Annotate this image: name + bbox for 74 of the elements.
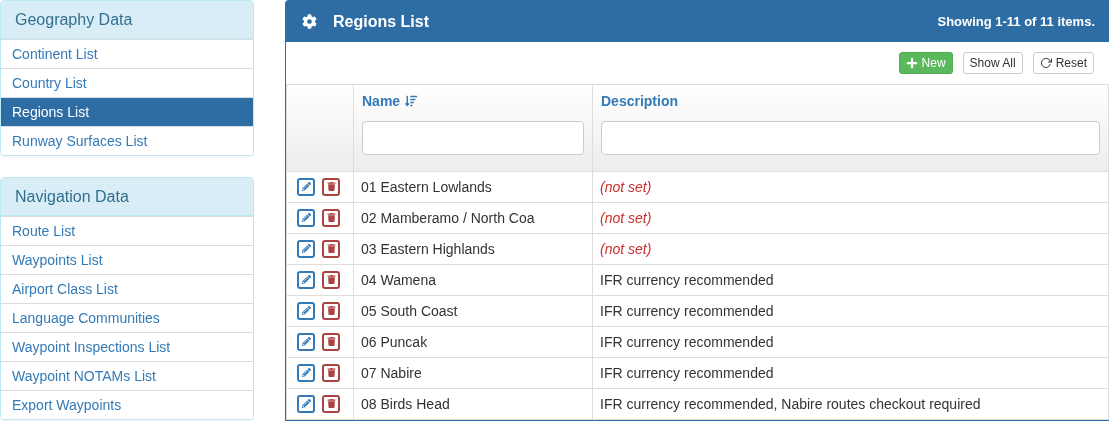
trash-icon	[326, 275, 336, 284]
description-text: (not set)	[600, 178, 652, 195]
edit-button[interactable]	[297, 270, 315, 289]
edit-button[interactable]	[297, 239, 315, 258]
description-text: (not set)	[600, 209, 652, 226]
delete-button[interactable]	[322, 208, 340, 227]
edit-button[interactable]	[297, 394, 315, 413]
edit-button[interactable]	[297, 332, 315, 351]
sidebar-item[interactable]: Waypoint Inspections List	[1, 332, 253, 361]
sidebar-item[interactable]: Airport Class List	[1, 274, 253, 303]
delete-button[interactable]	[322, 363, 340, 382]
table-cell: 02 Mamberamo / North Coa	[353, 202, 593, 233]
sidebar-item[interactable]: Regions List	[1, 97, 253, 126]
column-sort-link[interactable]: Name	[362, 93, 418, 109]
description-text: IFR currency recommended	[600, 333, 774, 350]
table-cell: 04 Wamena	[353, 264, 593, 295]
sidebar-item[interactable]: Language Communities	[1, 303, 253, 332]
pencil-icon	[301, 182, 311, 191]
delete-button[interactable]	[322, 394, 340, 413]
plus-icon	[905, 57, 918, 69]
trash-icon	[326, 399, 336, 408]
trash-icon	[326, 244, 336, 253]
pencil-icon	[301, 213, 311, 222]
sidebar-item[interactable]: Runway Surfaces List	[1, 126, 253, 155]
trash-icon	[326, 306, 336, 315]
pencil-icon	[301, 244, 311, 253]
pencil-icon	[301, 306, 311, 315]
delete-button[interactable]	[322, 332, 340, 351]
section-title: Geography Data	[1, 1, 253, 39]
delete-button[interactable]	[322, 301, 340, 320]
delete-button[interactable]	[322, 177, 340, 196]
edit-button[interactable]	[297, 177, 315, 196]
edit-button[interactable]	[297, 208, 315, 227]
table-cell: 03 Eastern Highlands	[353, 233, 593, 264]
reset-button[interactable]: Reset	[1032, 52, 1094, 74]
reset-icon	[1039, 57, 1052, 69]
pencil-icon	[301, 368, 311, 377]
item-count: Showing 1-11 of 11 items.	[937, 14, 1095, 29]
pencil-icon	[301, 275, 311, 284]
table-cell: 01 Eastern Lowlands	[353, 171, 593, 202]
table-cell: 07 Nabire	[353, 357, 593, 388]
description-text: (not set)	[600, 240, 652, 257]
sidebar-item[interactable]: Country List	[1, 68, 253, 97]
edit-button[interactable]	[297, 301, 315, 320]
settings-icon	[302, 14, 317, 29]
section-title: Navigation Data	[1, 178, 253, 216]
description-text: IFR currency recommended	[600, 271, 774, 288]
show-all-button[interactable]: Show All	[962, 52, 1023, 74]
delete-button[interactable]	[322, 239, 340, 258]
panel-title: Regions List	[333, 12, 429, 31]
description-text: IFR currency recommended	[600, 302, 774, 319]
sidebar-item[interactable]: Export Waypoints	[1, 390, 253, 419]
description-text: IFR currency recommended, Nabire routes checkout required	[600, 395, 981, 412]
pencil-icon	[301, 337, 311, 346]
trash-icon	[326, 337, 336, 346]
delete-button[interactable]	[322, 270, 340, 289]
trash-icon	[326, 182, 336, 191]
sidebar-item[interactable]: Waypoint NOTAMs List	[1, 361, 253, 390]
sidebar-item[interactable]: Waypoints List	[1, 245, 253, 274]
trash-icon	[326, 213, 336, 222]
table-cell: 05 South Coast	[353, 295, 593, 326]
sort-icon	[405, 95, 418, 107]
edit-button[interactable]	[297, 363, 315, 382]
table-cell: 06 Puncak	[353, 326, 593, 357]
trash-icon	[326, 368, 336, 377]
table-cell: 08 Birds Head	[353, 388, 593, 419]
description-text: IFR currency recommended	[600, 364, 774, 381]
filter-field[interactable]	[601, 121, 1100, 155]
filter-field[interactable]	[362, 121, 584, 155]
sidebar-item[interactable]: Continent List	[1, 39, 253, 68]
column-sort-link[interactable]: Description	[601, 93, 678, 109]
pencil-icon	[301, 399, 311, 408]
sidebar-item[interactable]: Route List	[1, 216, 253, 245]
new-button[interactable]: New	[898, 52, 953, 74]
